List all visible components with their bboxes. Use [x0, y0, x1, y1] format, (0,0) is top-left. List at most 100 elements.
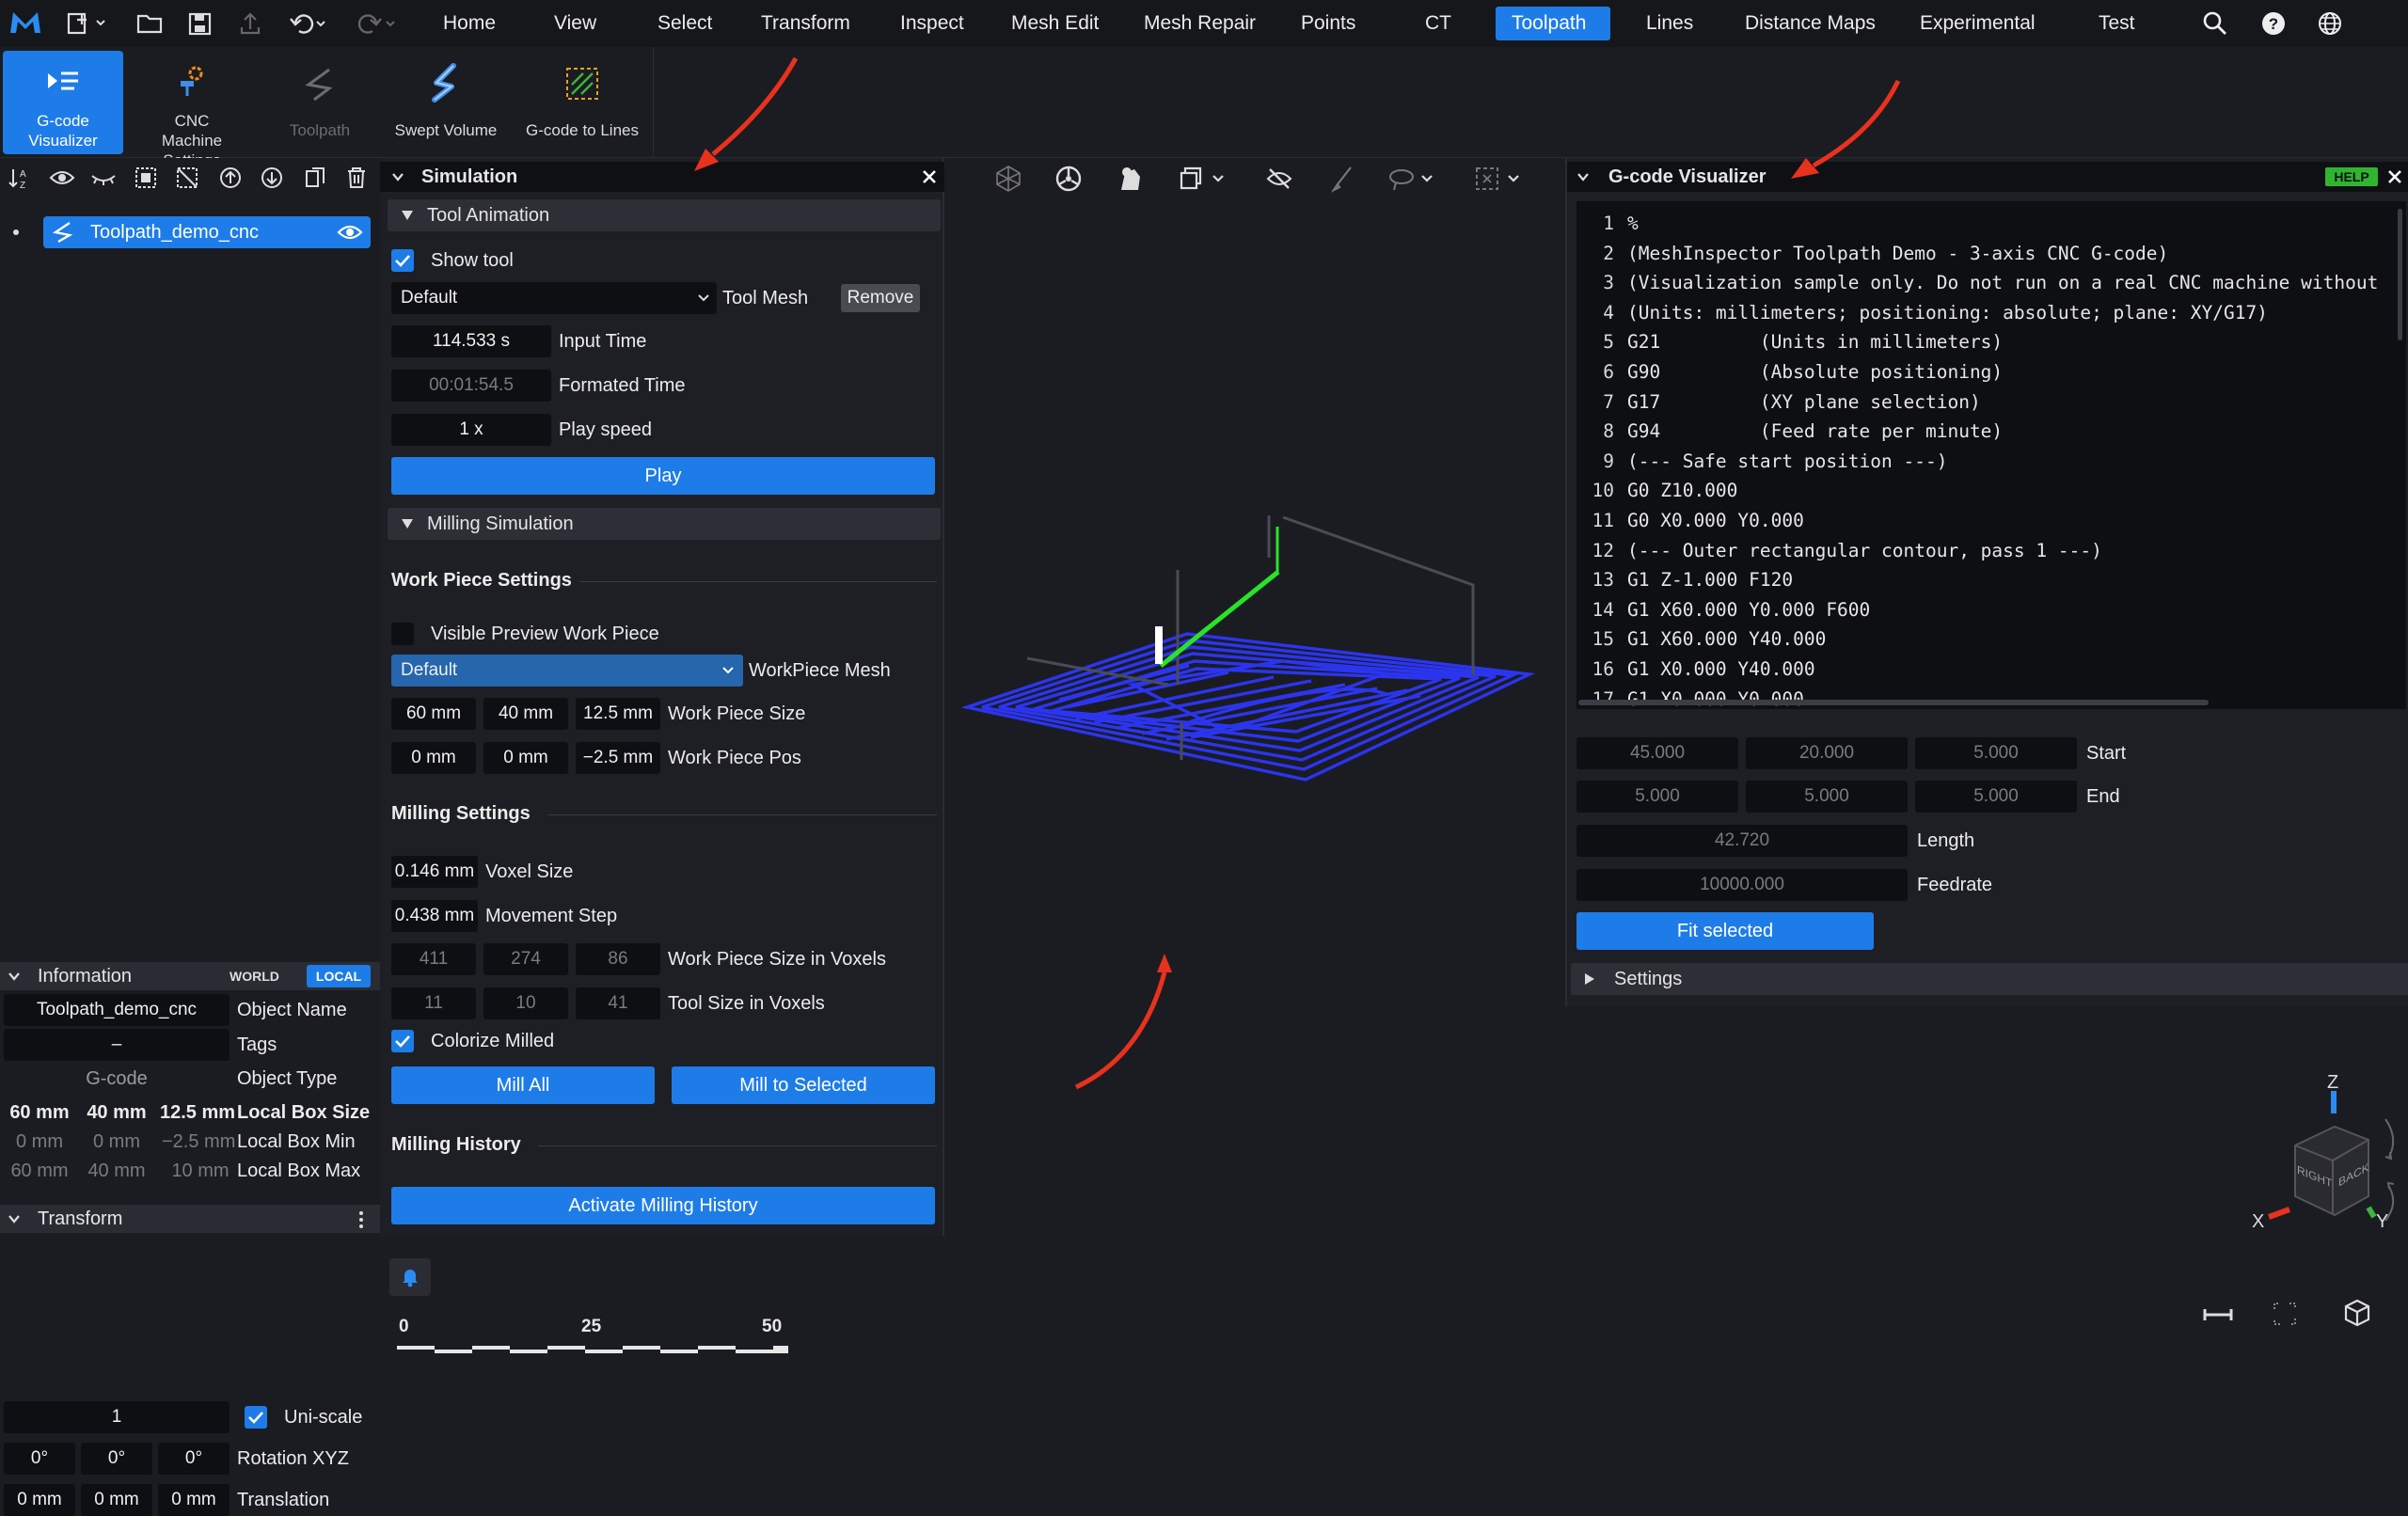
menu-ct[interactable]: CT: [1409, 7, 1467, 40]
view-cube[interactable]: Z X Y RIGHT BACK: [2167, 1072, 2402, 1258]
gcode-visualizer-button[interactable]: G-code Visualizer: [3, 51, 123, 154]
start-z-field[interactable]: 5.000: [1915, 737, 2077, 769]
export-icon[interactable]: [237, 10, 263, 37]
feedrate-field[interactable]: 10000.000: [1576, 869, 1908, 901]
menu-test[interactable]: Test: [2083, 7, 2151, 40]
rotation-z-field[interactable]: 0°: [158, 1443, 230, 1475]
gcode-line[interactable]: 5 G21 (Units in millimeters): [1576, 327, 2406, 357]
fit-selected-button[interactable]: Fit selected: [1576, 912, 1874, 950]
fit-view-icon[interactable]: [2271, 1300, 2299, 1328]
scene-tree-item[interactable]: Toolpath_demo_cnc: [43, 216, 371, 248]
colorize-milled-checkbox[interactable]: [391, 1030, 414, 1052]
play-button[interactable]: Play: [391, 457, 935, 495]
gcode-line[interactable]: 7 G17 (XY plane selection): [1576, 387, 2406, 418]
workpiece-mesh-dropdown[interactable]: Default: [391, 655, 743, 687]
gcode-line[interactable]: 13 G1 Z-1.000 F120: [1576, 565, 2406, 595]
menu-mesh-edit[interactable]: Mesh Edit: [995, 7, 1115, 40]
visible-preview-checkbox[interactable]: [391, 623, 414, 645]
world-toggle[interactable]: WORLD: [230, 965, 279, 987]
activate-milling-history-button[interactable]: Activate Milling History: [391, 1187, 935, 1224]
gcode-line[interactable]: 14 G1 X60.000 Y0.000 F600: [1576, 595, 2406, 625]
close-icon[interactable]: [2387, 169, 2402, 184]
duplicate-icon[interactable]: [303, 166, 327, 190]
milling-simulation-section[interactable]: Milling Simulation: [388, 508, 941, 540]
menu-experimental[interactable]: Experimental: [1904, 7, 2052, 40]
mill-to-selected-button[interactable]: Mill to Selected: [672, 1066, 935, 1104]
tool-mesh-dropdown[interactable]: Default: [391, 282, 717, 314]
gcode-line[interactable]: 6 G90 (Absolute positioning): [1576, 357, 2406, 387]
new-file-icon[interactable]: [66, 11, 107, 36]
menu-select[interactable]: Select: [642, 7, 728, 40]
menu-inspect[interactable]: Inspect: [884, 7, 980, 40]
rotation-y-field[interactable]: 0°: [81, 1443, 152, 1475]
menu-mesh-repair[interactable]: Mesh Repair: [1128, 7, 1272, 40]
projection-cube-icon[interactable]: [2342, 1298, 2372, 1328]
wp-pos-x-field[interactable]: 0 mm: [391, 742, 476, 774]
toolpath-button[interactable]: Toolpath: [263, 51, 376, 154]
menu-distance-maps[interactable]: Distance Maps: [1729, 7, 1892, 40]
tags-field[interactable]: –: [4, 1029, 230, 1061]
gcode-to-lines-button[interactable]: G-code to Lines: [515, 51, 649, 154]
save-icon[interactable]: [186, 10, 214, 37]
gcode-line[interactable]: 1%: [1576, 209, 2406, 239]
open-folder-icon[interactable]: [135, 11, 164, 36]
menu-home[interactable]: Home: [427, 7, 512, 40]
wp-size-z-field[interactable]: 12.5 mm: [576, 698, 660, 730]
wp-size-x-field[interactable]: 60 mm: [391, 698, 476, 730]
show-tool-checkbox[interactable]: [391, 249, 414, 272]
transform-header[interactable]: Transform: [0, 1205, 380, 1233]
gcode-line[interactable]: 12 (--- Outer rectangular contour, pass 1…: [1576, 536, 2406, 566]
wp-pos-z-field[interactable]: −2.5 mm: [576, 742, 660, 774]
select-all-icon[interactable]: [134, 166, 158, 190]
start-x-field[interactable]: 45.000: [1576, 737, 1738, 769]
search-icon[interactable]: [2201, 9, 2229, 38]
vertical-scrollbar[interactable]: [2398, 209, 2402, 340]
mill-all-button[interactable]: Mill All: [391, 1066, 655, 1104]
gcode-line[interactable]: 4 (Units: millimeters; positioning: absol…: [1576, 298, 2406, 328]
sort-icon[interactable]: AZ: [8, 166, 32, 190]
tool-animation-section[interactable]: Tool Animation: [388, 199, 941, 231]
undo-icon[interactable]: [288, 10, 329, 37]
gcode-line[interactable]: 15 G1 X60.000 Y40.000: [1576, 624, 2406, 655]
end-x-field[interactable]: 5.000: [1576, 781, 1738, 813]
gcode-text-view[interactable]: 1% 2 (MeshInspector Toolpath Demo - 3-axis…: [1576, 201, 2406, 709]
notification-button[interactable]: [389, 1258, 431, 1296]
translation-x-field[interactable]: 0 mm: [4, 1484, 75, 1516]
more-options-icon[interactable]: [357, 1210, 365, 1229]
menu-view[interactable]: View: [538, 7, 612, 40]
swept-volume-button[interactable]: Swept Volume: [386, 51, 506, 154]
start-y-field[interactable]: 20.000: [1746, 737, 1908, 769]
move-up-icon[interactable]: [218, 166, 243, 190]
close-icon[interactable]: [922, 169, 937, 184]
gcode-line[interactable]: 11 G0 X0.000 Y0.000: [1576, 506, 2406, 536]
translation-y-field[interactable]: 0 mm: [81, 1484, 152, 1516]
menu-toolpath[interactable]: Toolpath: [1496, 7, 1610, 40]
menu-transform[interactable]: Transform: [745, 7, 866, 40]
deselect-icon[interactable]: [175, 166, 199, 190]
gcode-line[interactable]: 10 G0 Z10.000: [1576, 476, 2406, 506]
gcode-line[interactable]: 2 (MeshInspector Toolpath Demo - 3-axis C…: [1576, 239, 2406, 269]
uniscale-checkbox[interactable]: [245, 1406, 267, 1429]
movement-step-field[interactable]: 0.438 mm: [391, 900, 478, 932]
horizontal-scrollbar[interactable]: [1578, 700, 2209, 705]
show-all-eye-icon[interactable]: [49, 166, 75, 190]
length-field[interactable]: 42.720: [1576, 825, 1908, 857]
end-y-field[interactable]: 5.000: [1746, 781, 1908, 813]
scale-field[interactable]: 1: [4, 1401, 230, 1433]
measure-ruler-icon[interactable]: [2201, 1303, 2235, 1326]
gcode-line[interactable]: 16 G1 X0.000 Y40.000: [1576, 655, 2406, 685]
play-speed-field[interactable]: 1 x: [391, 414, 551, 446]
gcode-line[interactable]: 9 (--- Safe start position ---): [1576, 447, 2406, 477]
app-logo-icon[interactable]: [8, 8, 43, 37]
rotation-x-field[interactable]: 0°: [4, 1443, 75, 1475]
move-down-icon[interactable]: [260, 166, 284, 190]
help-badge[interactable]: HELP: [2325, 167, 2378, 186]
collapse-chevron-icon[interactable]: [391, 171, 404, 182]
gcode-line[interactable]: 17 G1 X0.000 Y0.000: [1576, 685, 2406, 710]
help-icon[interactable]: ?: [2259, 9, 2288, 38]
translation-z-field[interactable]: 0 mm: [158, 1484, 230, 1516]
wp-size-y-field[interactable]: 40 mm: [483, 698, 568, 730]
hide-all-icon[interactable]: [90, 166, 117, 190]
collapse-chevron-icon[interactable]: [1576, 171, 1590, 182]
gcode-line[interactable]: 8 G94 (Feed rate per minute): [1576, 417, 2406, 447]
